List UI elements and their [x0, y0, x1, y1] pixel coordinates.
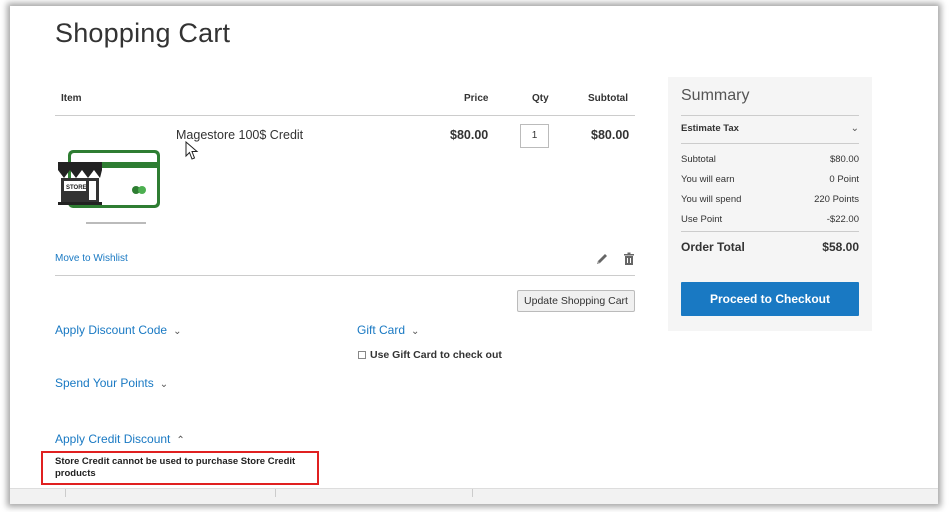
- update-cart-button[interactable]: Update Shopping Cart: [517, 290, 635, 312]
- summary-line-label: Subtotal: [681, 154, 716, 165]
- order-summary: Summary Estimate Tax ⌄ Subtotal $80.00 Y…: [668, 77, 872, 331]
- proceed-to-checkout-button[interactable]: Proceed to Checkout: [681, 282, 859, 316]
- apply-credit-toggle[interactable]: Apply Credit Discount ⌃: [55, 432, 185, 446]
- mouse-cursor-icon: [185, 141, 199, 160]
- product-price: $80.00: [450, 128, 489, 142]
- product-name-link[interactable]: Magestore 100$ Credit: [176, 128, 303, 142]
- chevron-up-icon: ⌃: [176, 435, 185, 446]
- summary-divider: [681, 231, 859, 232]
- summary-line-label: You will earn: [681, 174, 735, 185]
- summary-line-value: -$22.00: [826, 214, 859, 225]
- apply-credit-label: Apply Credit Discount: [55, 432, 171, 446]
- estimate-tax-toggle[interactable]: Estimate Tax ⌄: [681, 123, 859, 134]
- gift-card-label: Gift Card: [357, 323, 406, 337]
- store-credit-card-image[interactable]: STORE: [58, 148, 162, 224]
- spend-points-label: Spend Your Points: [55, 376, 154, 390]
- summary-line-label: You will spend: [681, 194, 742, 205]
- col-header-item: Item: [61, 93, 82, 104]
- use-gift-card-row[interactable]: Use Gift Card to check out: [358, 349, 502, 361]
- divider: [65, 489, 66, 497]
- chevron-down-icon: ⌄: [173, 326, 182, 337]
- cart-page: Shopping Cart Item Price Qty Subtotal ST…: [10, 6, 938, 504]
- apply-discount-code-label: Apply Discount Code: [55, 323, 168, 337]
- summary-divider: [681, 143, 859, 144]
- chevron-down-icon: ⌄: [159, 379, 169, 390]
- credit-notice: Store Credit cannot be used to purchase …: [41, 451, 319, 485]
- use-gift-card-label: Use Gift Card to check out: [370, 349, 502, 361]
- table-header-divider: [55, 115, 635, 116]
- gift-card-toggle[interactable]: Gift Card ⌄: [357, 323, 419, 337]
- col-header-subtotal: Subtotal: [588, 93, 628, 104]
- summary-line-value: 0 Point: [829, 174, 859, 185]
- svg-text:STORE: STORE: [66, 185, 87, 191]
- summary-line-value: $80.00: [829, 154, 859, 165]
- col-header-qty: Qty: [532, 93, 549, 104]
- chevron-down-icon: ⌄: [411, 326, 420, 337]
- page-title: Shopping Cart: [55, 18, 231, 48]
- move-to-wishlist-link[interactable]: Move to Wishlist: [55, 253, 128, 264]
- estimate-tax-label: Estimate Tax: [681, 123, 739, 134]
- summary-divider: [681, 115, 859, 116]
- col-header-price: Price: [464, 93, 489, 104]
- chevron-down-icon: ⌄: [850, 123, 859, 134]
- product-subtotal: $80.00: [591, 128, 630, 142]
- pencil-icon[interactable]: [595, 252, 609, 266]
- trash-icon[interactable]: [622, 252, 636, 266]
- qty-input[interactable]: 1: [520, 124, 549, 148]
- divider: [472, 489, 473, 497]
- summary-line-label: Use Point: [681, 214, 723, 225]
- summary-line-value: 220 Points: [814, 194, 859, 205]
- divider: [275, 489, 276, 497]
- bottom-strip: [10, 488, 938, 504]
- use-gift-card-checkbox[interactable]: [358, 351, 366, 359]
- summary-title: Summary: [681, 87, 750, 104]
- row-divider: [55, 275, 635, 276]
- order-total-label: Order Total: [681, 240, 745, 254]
- spend-points-toggle[interactable]: Spend Your Points ⌄: [55, 376, 168, 390]
- order-total-value: $58.00: [822, 240, 859, 254]
- apply-discount-code-toggle[interactable]: Apply Discount Code ⌄: [55, 323, 181, 337]
